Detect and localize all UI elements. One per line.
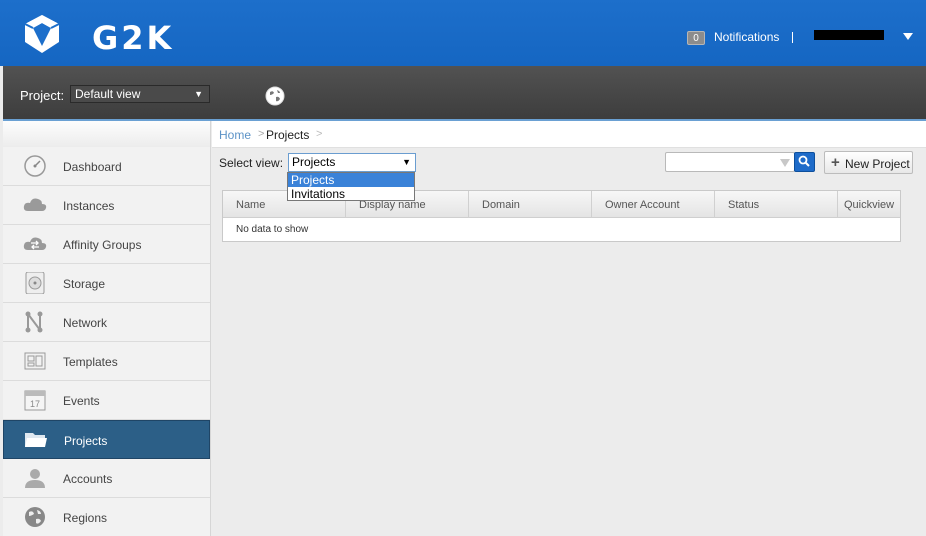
calendar-icon: 17 — [24, 390, 46, 411]
sidebar-item-label: Projects — [64, 434, 108, 448]
sidebar-item-instances[interactable]: Instances — [3, 186, 210, 225]
new-project-button[interactable]: + New Project — [824, 151, 913, 174]
select-view-label: Select view: — [219, 156, 284, 170]
breadcrumb-current[interactable]: Projects — [266, 128, 309, 142]
project-select-value: Default view — [75, 87, 141, 101]
sidebar-item-label: Instances — [63, 199, 115, 213]
user-menu-caret-icon[interactable] — [903, 33, 913, 40]
cloud-icon — [23, 198, 47, 211]
breadcrumb-home-link[interactable]: Home — [219, 128, 251, 142]
plus-icon: + — [831, 154, 840, 171]
select-view-options: Projects Invitations — [287, 172, 415, 201]
top-header: G2K 0 Notifications — [0, 0, 926, 66]
sidebar-item-storage[interactable]: Storage — [3, 264, 210, 303]
search-input[interactable] — [665, 152, 795, 172]
sidebar-item-regions[interactable]: Regions — [3, 498, 210, 536]
search-icon — [798, 155, 810, 167]
sidebar-item-dashboard[interactable]: Dashboard — [3, 147, 210, 186]
project-select[interactable]: Default view ▼ — [70, 85, 210, 103]
column-header-domain[interactable]: Domain — [469, 191, 592, 218]
breadcrumb-trail-separator: > — [316, 128, 323, 140]
brand-logo[interactable]: G2K — [22, 13, 184, 57]
logo-cube-icon — [24, 15, 60, 53]
option-invitations[interactable]: Invitations — [288, 187, 414, 201]
logo-text: G2K — [92, 19, 175, 57]
sidebar-item-label: Storage — [63, 277, 106, 291]
sidebar-top-spacer — [3, 121, 210, 147]
network-icon — [25, 311, 43, 333]
search-filter-caret-icon[interactable] — [780, 159, 790, 167]
column-header-owner-account[interactable]: Owner Account — [592, 191, 715, 218]
empty-table-message: No data to show — [236, 224, 309, 235]
affinity-cloud-icon — [23, 237, 47, 250]
folder-icon — [25, 433, 47, 447]
dashboard-icon — [24, 155, 46, 177]
select-view-value: Projects — [292, 155, 336, 169]
sidebar-item-affinity-groups[interactable]: Affinity Groups — [3, 225, 210, 264]
new-project-label: New Project — [845, 157, 910, 171]
sidebar-item-label: Templates — [63, 355, 118, 369]
search-button[interactable] — [794, 152, 815, 172]
project-bar: Project: Default view ▼ — [3, 66, 926, 121]
user-icon — [25, 469, 45, 488]
header-divider — [792, 32, 793, 43]
notifications-link[interactable]: Notifications — [714, 30, 779, 44]
column-header-status[interactable]: Status — [715, 191, 838, 218]
dropdown-arrow-icon: ▼ — [194, 89, 203, 99]
sidebar-item-accounts[interactable]: Accounts — [3, 459, 210, 498]
option-projects[interactable]: Projects — [288, 173, 414, 187]
globe-icon[interactable] — [265, 86, 285, 106]
breadcrumb-separator: > — [258, 128, 265, 140]
breadcrumb: Home > Projects > — [212, 121, 926, 148]
sidebar-item-network[interactable]: Network — [3, 303, 210, 342]
templates-icon — [24, 352, 46, 370]
column-header-quickview[interactable]: Quickview — [838, 191, 901, 218]
sidebar-item-projects[interactable]: Projects — [3, 420, 210, 459]
main-content: Home > Projects > Select view: Projects … — [212, 121, 926, 536]
globe-icon — [25, 507, 45, 527]
sidebar-item-label: Affinity Groups — [63, 238, 142, 252]
project-label: Project: — [20, 88, 65, 103]
sidebar-item-events[interactable]: 17 Events — [3, 381, 210, 420]
storage-disk-icon — [25, 272, 45, 294]
sidebar-item-label: Network — [63, 316, 108, 330]
sidebar-item-label: Accounts — [63, 472, 113, 486]
sidebar-nav: Dashboard Instances Affinity Groups Stor… — [3, 121, 211, 536]
sidebar-item-label: Regions — [63, 511, 108, 525]
user-name-redacted[interactable] — [814, 30, 884, 40]
dropdown-arrow-icon: ▼ — [402, 157, 411, 167]
svg-text:17: 17 — [30, 399, 40, 409]
sidebar-item-label: Dashboard — [63, 160, 122, 174]
select-view-dropdown[interactable]: Projects ▼ — [288, 153, 416, 172]
notifications-count-badge[interactable]: 0 — [687, 31, 705, 45]
sidebar-item-templates[interactable]: Templates — [3, 342, 210, 381]
sidebar-item-label: Events — [63, 394, 100, 408]
